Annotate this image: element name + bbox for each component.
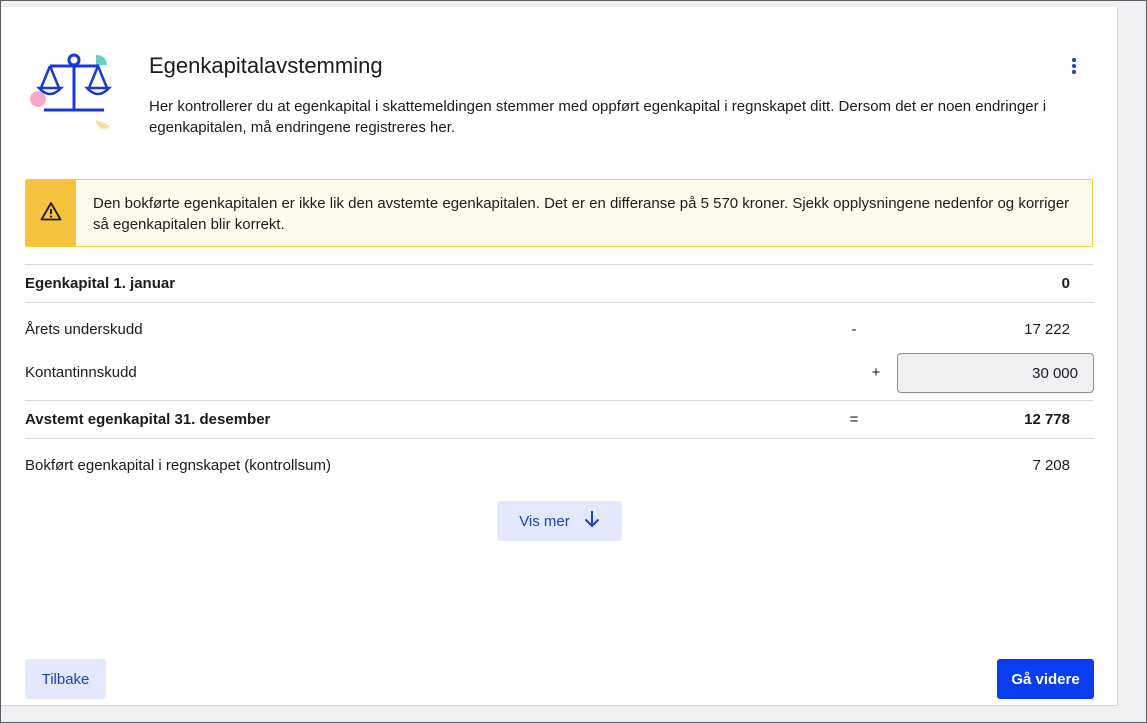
warning-triangle-icon [40, 201, 62, 226]
cash-contribution-label: Kontantinnskudd [25, 364, 137, 381]
next-button[interactable]: Gå videre [997, 659, 1094, 699]
divider [25, 264, 1094, 265]
reconciled-equity-value: 12 778 [1024, 411, 1070, 428]
arrow-down-icon [584, 510, 600, 532]
minus-operator: - [851, 321, 857, 338]
kebab-menu-icon [1071, 57, 1077, 80]
opening-equity-value: 0 [1061, 275, 1070, 292]
divider [25, 438, 1094, 439]
scales-icon [28, 48, 118, 133]
deficit-value: 17 222 [1024, 321, 1070, 338]
equity-reconciliation-card: Egenkapitalavstemming Her kontrollerer d… [1, 7, 1118, 706]
alert-icon-bar [26, 180, 76, 246]
divider [25, 302, 1094, 303]
divider [25, 400, 1094, 401]
opening-equity-label: Egenkapital 1. januar [25, 275, 176, 292]
alert-message: Den bokførte egenkapitalen er ikke lik d… [93, 195, 1070, 233]
booked-equity-label: Bokført egenkapital i regnskapet (kontro… [25, 457, 331, 474]
page-description: Her kontrollerer du at egenkapital i ska… [149, 98, 1047, 136]
cash-contribution-input[interactable] [897, 353, 1094, 393]
plus-operator: + [871, 364, 881, 381]
show-more-label: Vis mer [519, 512, 570, 530]
show-more-button[interactable]: Vis mer [497, 501, 622, 541]
reconciled-equity-label: Avstemt egenkapital 31. desember [25, 411, 271, 428]
more-options-button[interactable] [1061, 55, 1087, 81]
back-button[interactable]: Tilbake [25, 659, 106, 699]
page-title: Egenkapitalavstemming [149, 53, 383, 78]
deficit-label: Årets underskudd [25, 321, 143, 338]
equals-operator: = [849, 411, 859, 428]
warning-alert: Den bokførte egenkapitalen er ikke lik d… [25, 179, 1093, 247]
booked-equity-value: 7 208 [1032, 457, 1070, 474]
